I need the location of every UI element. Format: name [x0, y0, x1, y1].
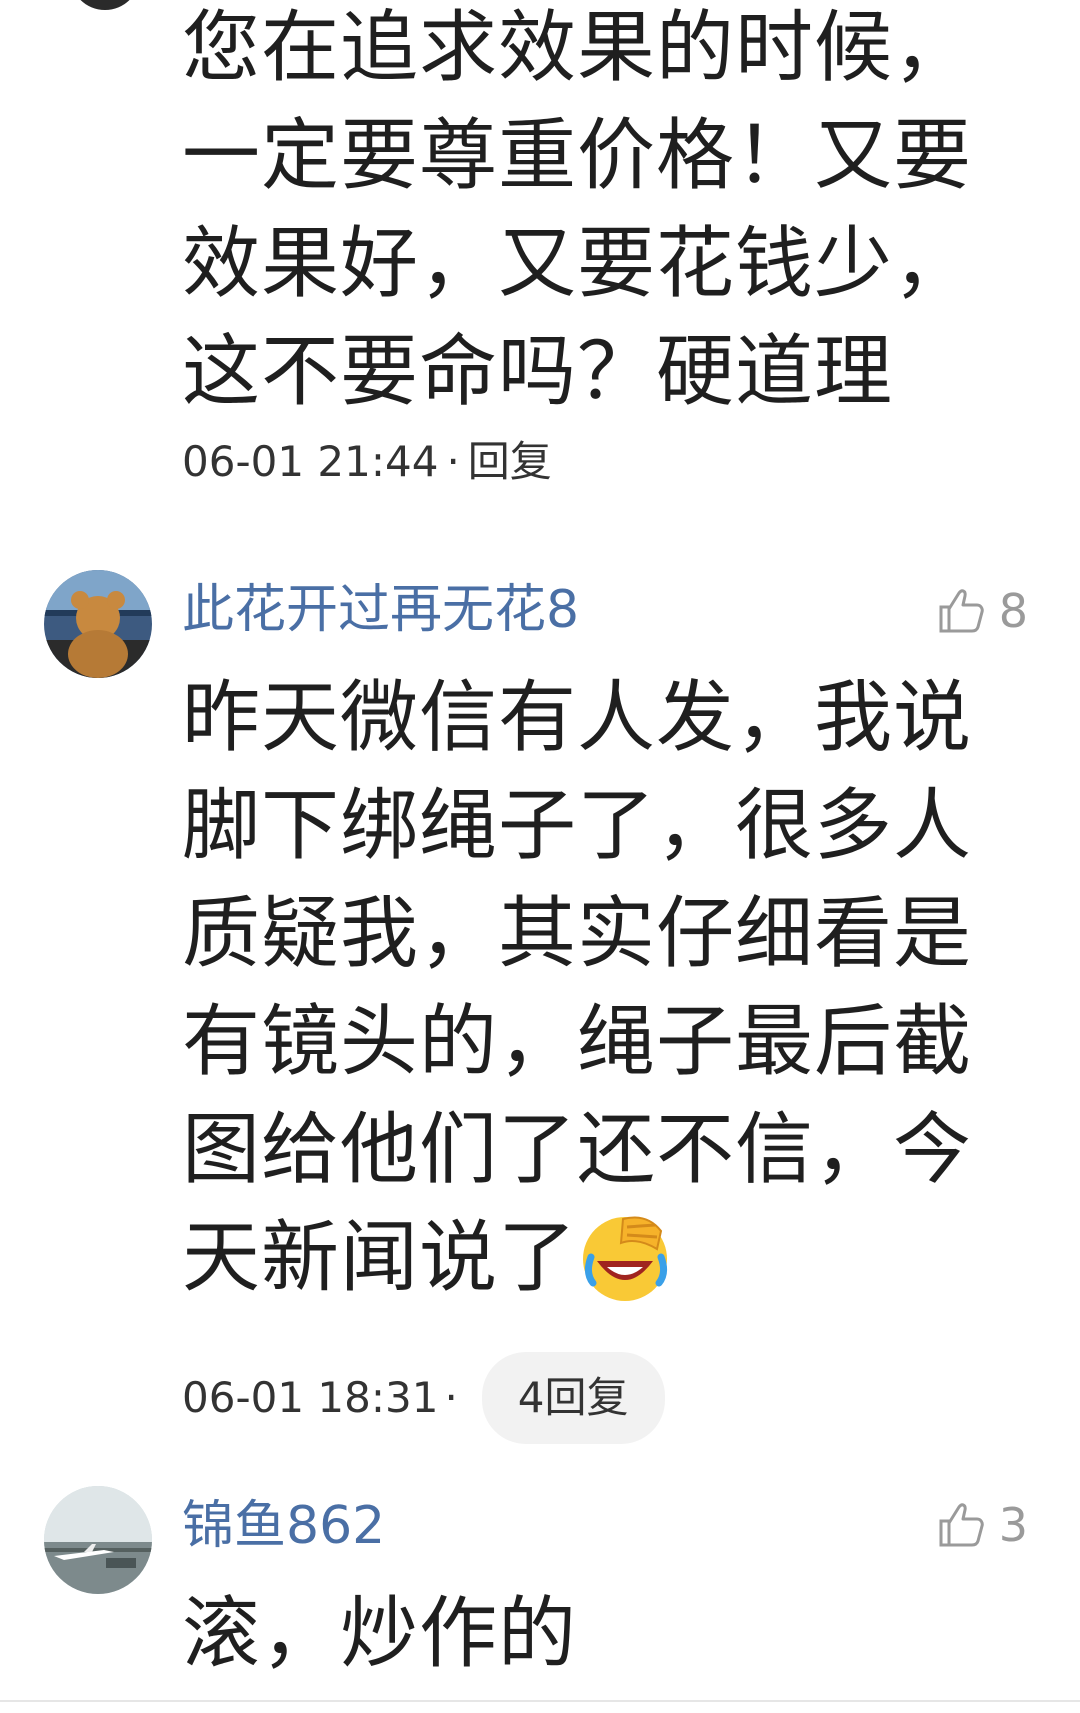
- comment-meta: 06-01 18:31 · 4回复: [182, 1352, 665, 1444]
- avatar[interactable]: [44, 570, 152, 678]
- meta-separator: ·: [446, 437, 460, 486]
- meta-separator: ·: [444, 1373, 458, 1422]
- like-button[interactable]: 3: [935, 1499, 1028, 1551]
- like-count: 8: [998, 584, 1028, 638]
- thumbs-up-icon: [939, 589, 984, 633]
- avatar[interactable]: [70, 0, 140, 10]
- avatar[interactable]: [44, 1486, 152, 1594]
- like-button[interactable]: 8: [935, 585, 1028, 637]
- comment-text: 您在追求效果的时候，一定要尊重价格！又要效果好，又要花钱少，这不要命吗？硬道理: [182, 3, 973, 417]
- username[interactable]: 锦鱼862: [182, 1496, 385, 1556]
- view-replies-button[interactable]: 4回复: [481, 1352, 665, 1444]
- comment-text: 昨天微信有人发，我说脚下绑绳子了，很多人质疑我，其实仔细看是有镜头的，绳子最后截…: [182, 664, 972, 1312]
- comment-meta: 06-01 21:44 · 回复: [182, 436, 552, 488]
- comment-time: 06-01 21:44: [182, 437, 439, 486]
- comment-time: 06-01 18:31: [182, 1373, 439, 1422]
- reply-button[interactable]: 回复: [468, 436, 552, 488]
- like-count: 3: [998, 1498, 1028, 1552]
- facepalm-laughing-emoji: [583, 1216, 668, 1301]
- teddy-bear-avatar-image: [44, 570, 152, 678]
- divider: [0, 1700, 1080, 1702]
- airport-avatar-image: [44, 1486, 152, 1594]
- comment-text: 滚，炒作的: [182, 1589, 578, 1679]
- thumbs-up-icon: [939, 1503, 984, 1547]
- username[interactable]: 此花开过再无花8: [182, 580, 579, 640]
